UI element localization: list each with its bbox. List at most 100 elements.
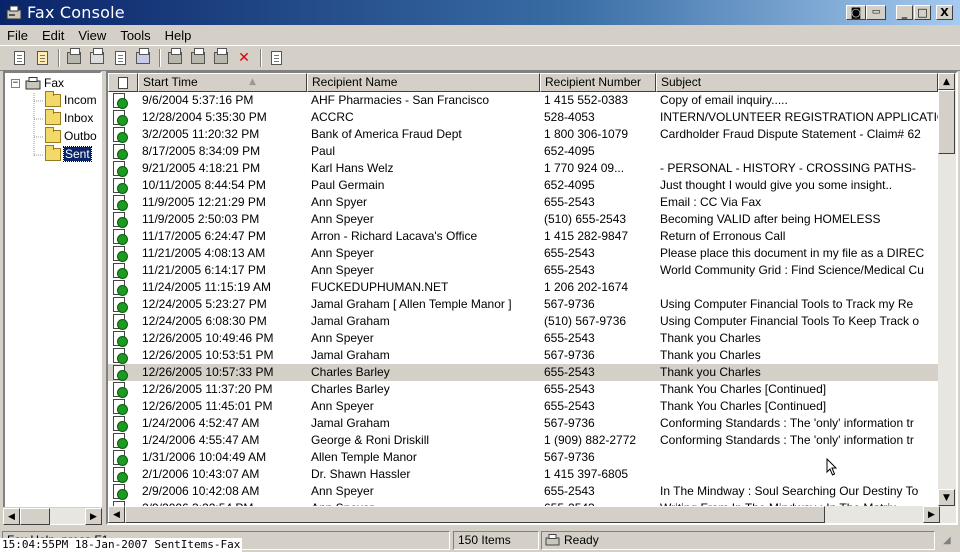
delete-icon[interactable]: ✕ [235, 49, 253, 67]
table-row[interactable]: 11/17/2005 6:24:47 PM Arron - Richard Lac… [108, 228, 938, 245]
cell-subject: World Community Grid : Find Science/Medi… [660, 263, 924, 277]
table-row[interactable]: 11/24/2005 11:15:19 AM FUCKEDUPHUMAN.NET … [108, 279, 938, 296]
scroll-left-icon[interactable]: ◀ [108, 506, 125, 523]
row-status-cell [108, 194, 138, 211]
table-row[interactable]: 3/2/2005 11:20:32 PM Bank of America Frau… [108, 126, 938, 143]
forward-icon[interactable] [166, 48, 184, 67]
table-row[interactable]: 12/26/2005 11:45:01 PM Ann Speyer 655-2543… [108, 398, 938, 415]
new-fax-icon[interactable] [10, 49, 28, 67]
mail-icon[interactable] [212, 48, 230, 67]
cell-start-time: 11/17/2005 6:24:47 PM [142, 229, 266, 243]
cell-start-time: 10/11/2005 8:44:54 PM [142, 178, 266, 192]
receive-fax-icon[interactable] [33, 49, 51, 67]
restore-icon[interactable]: ◙ [846, 5, 866, 20]
sent-fax-check-icon [113, 280, 128, 296]
sent-fax-check-icon [113, 178, 128, 194]
row-status-cell [108, 228, 138, 245]
column-label-subject: Subject [661, 75, 702, 89]
table-row[interactable]: 10/11/2005 8:44:54 PM Paul Germain 652-409… [108, 177, 938, 194]
table-row[interactable]: 12/26/2005 10:53:51 PM Jamal Graham 567-97… [108, 347, 938, 364]
horizontal-scroll-thumb[interactable] [125, 506, 825, 523]
properties-icon[interactable] [267, 49, 285, 67]
column-header-icon[interactable] [108, 73, 138, 92]
list-horizontal-scrollbar[interactable]: ◀ ▶ [108, 506, 956, 523]
column-label-recipient-number: Recipient Number [545, 75, 642, 89]
cell-recipient-number: 652-4095 [544, 144, 595, 158]
sent-fax-check-icon [113, 382, 128, 398]
scroll-up-icon[interactable]: ▲ [938, 73, 955, 90]
cell-start-time: 12/26/2005 10:49:46 PM [142, 331, 274, 345]
vertical-scroll-thumb[interactable] [938, 90, 955, 154]
cell-subject: Copy of email inquiry..... [660, 93, 788, 107]
cell-recipient-name: FUCKEDUPHUMAN.NET [311, 280, 449, 294]
scroll-down-icon[interactable]: ▼ [938, 489, 955, 506]
table-row[interactable]: 11/9/2005 2:50:03 PM Ann Speyer (510) 655-… [108, 211, 938, 228]
timestamp-overlay: 15:04:55PM 18-Jan-2007 SentItems-Fax [0, 538, 243, 552]
menu-help[interactable]: Help [158, 28, 199, 43]
cell-start-time: 11/21/2005 4:08:13 AM [142, 246, 266, 260]
tree-scroll-right-icon[interactable]: ▶ [85, 508, 102, 525]
cell-recipient-number: 655-2543 [544, 382, 595, 396]
reply-icon[interactable] [189, 48, 207, 67]
resize-grip-icon[interactable]: ◢ [943, 535, 957, 549]
list-vertical-scrollbar[interactable]: ▲ ▼ [938, 73, 956, 506]
cell-recipient-name: Bank of America Fraud Dept [311, 127, 462, 141]
fax-console-app-icon[interactable] [5, 5, 23, 21]
scroll-right-icon[interactable]: ▶ [923, 506, 940, 523]
cell-recipient-number: 655-2543 [544, 263, 595, 277]
print-icon[interactable] [88, 48, 106, 67]
cell-start-time: 12/26/2005 10:57:33 PM [142, 365, 274, 379]
copy-icon[interactable] [111, 49, 129, 67]
table-row[interactable]: 2/9/2006 10:42:08 AM Ann Speyer 655-2543 In… [108, 483, 938, 500]
table-row[interactable]: 1/31/2006 10:04:49 AM Allen Temple Manor 5… [108, 449, 938, 466]
send-icon[interactable] [65, 48, 83, 67]
table-row[interactable]: 12/26/2005 10:49:46 PM Ann Speyer 655-2543… [108, 330, 938, 347]
row-status-cell [108, 109, 138, 126]
table-row[interactable]: 12/26/2005 11:37:20 PM Charles Barley 655-… [108, 381, 938, 398]
minimize-button[interactable]: _ [896, 5, 913, 20]
cell-subject: Thank you Charles [660, 365, 761, 379]
table-row[interactable]: 9/21/2005 4:18:21 PM Karl Hans Welz 1 770… [108, 160, 938, 177]
row-status-cell [108, 364, 138, 381]
folder-tree[interactable]: − Fax Incom Inbox Outbo Sent [3, 71, 102, 525]
cell-recipient-name: Ann Speyer [311, 246, 374, 260]
cell-recipient-name: Arron - Richard Lacava's Office [311, 229, 478, 243]
cell-recipient-name: Ann Speyer [311, 263, 374, 277]
column-header-subject[interactable]: Subject [656, 73, 938, 92]
save-icon[interactable] [134, 48, 152, 67]
menu-file[interactable]: File [0, 28, 35, 43]
column-header-start-time[interactable]: Start Time ▲ [138, 73, 307, 92]
table-row[interactable]: 1/24/2006 4:52:47 AM Jamal Graham 567-9736… [108, 415, 938, 432]
cell-recipient-number: 567-9736 [544, 450, 595, 464]
tree-scroll-left-icon[interactable]: ◀ [3, 508, 20, 525]
menu-view[interactable]: View [71, 28, 113, 43]
cell-subject: Cardholder Fraud Dispute Statement - Cla… [660, 127, 921, 141]
column-header-recipient-name[interactable]: Recipient Name [307, 73, 540, 92]
row-status-cell [108, 449, 138, 466]
table-row[interactable]: 1/24/2006 4:55:47 AM George & Roni Driski… [108, 432, 938, 449]
row-status-cell [108, 313, 138, 330]
close-button[interactable]: X [936, 5, 953, 20]
table-row[interactable]: 12/24/2005 6:08:30 PM Jamal Graham (510) 5… [108, 313, 938, 330]
maximize-button[interactable]: □ [914, 5, 931, 20]
sent-fax-check-icon [113, 348, 128, 364]
menu-edit[interactable]: Edit [35, 28, 71, 43]
table-row[interactable]: 12/26/2005 10:57:33 PM Charles Barley 655-… [108, 364, 938, 381]
table-row[interactable]: 11/21/2005 4:08:13 AM Ann Speyer 655-2543 P… [108, 245, 938, 262]
table-row[interactable]: 2/1/2006 10:43:07 AM Dr. Shawn Hassler 1 … [108, 466, 938, 483]
column-header-recipient-number[interactable]: Recipient Number [540, 73, 656, 92]
tray-icon[interactable]: ▭ [866, 5, 886, 20]
menu-tools[interactable]: Tools [113, 28, 157, 43]
table-row[interactable]: 8/17/2005 8:34:09 PM Paul 652-4095 [108, 143, 938, 160]
fax-list-view[interactable]: Start Time ▲ Recipient Name Recipient Nu… [106, 71, 958, 525]
tree-scroll-thumb[interactable] [20, 508, 50, 525]
cell-subject [656, 449, 938, 466]
sent-fax-check-icon [113, 246, 128, 262]
table-row[interactable]: 9/6/2004 5:37:16 PM AHF Pharmacies - San … [108, 92, 938, 109]
table-row[interactable]: 11/21/2005 6:14:17 PM Ann Speyer 655-2543 W… [108, 262, 938, 279]
table-row[interactable]: 11/9/2005 12:21:29 PM Ann Spyer 655-2543 Em… [108, 194, 938, 211]
table-row[interactable]: 12/28/2004 5:35:30 PM ACCRC 528-4053 INTERN… [108, 109, 938, 126]
tree-horizontal-scrollbar[interactable]: ◀ ▶ [3, 507, 102, 525]
table-row[interactable]: 12/24/2005 5:23:27 PM Jamal Graham [ Alle… [108, 296, 938, 313]
row-status-cell [108, 347, 138, 364]
